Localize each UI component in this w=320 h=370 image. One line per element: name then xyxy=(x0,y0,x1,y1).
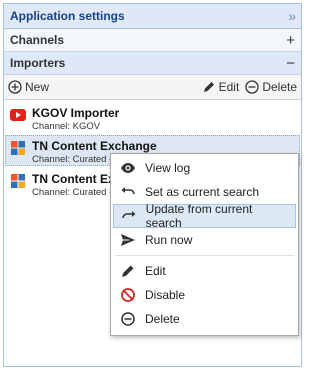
menu-item-set-current-search[interactable]: Set as current search xyxy=(113,180,296,204)
importer-channel: Channel: Curated - xyxy=(32,187,113,198)
menu-item-label: Edit xyxy=(145,264,166,278)
edit-button[interactable]: Edit xyxy=(202,80,240,94)
importer-name: KGOV Importer xyxy=(32,106,120,120)
edit-button-label: Edit xyxy=(218,80,240,94)
remove-circle-icon xyxy=(245,80,259,94)
menu-item-label: Disable xyxy=(145,288,186,302)
send-icon xyxy=(121,234,135,246)
delete-button[interactable]: Delete xyxy=(245,80,297,94)
expand-icon[interactable]: + xyxy=(286,33,295,48)
menu-item-run-now[interactable]: Run now xyxy=(113,228,296,252)
undo-icon xyxy=(121,187,135,195)
section-channels[interactable]: Channels + xyxy=(4,29,301,52)
pencil-icon xyxy=(122,265,134,277)
menu-item-label: Update from current search xyxy=(145,202,253,230)
youtube-icon xyxy=(10,109,26,121)
menu-item-edit[interactable]: Edit xyxy=(113,259,296,283)
menu-item-label: Delete xyxy=(145,312,180,326)
eye-icon xyxy=(121,163,135,173)
redo-icon xyxy=(122,211,136,219)
section-importers[interactable]: Importers − xyxy=(4,52,301,75)
new-button-label: New xyxy=(25,80,50,94)
panel-title: Application settings xyxy=(10,9,125,23)
pencil-icon xyxy=(203,82,214,92)
menu-item-disable[interactable]: Disable xyxy=(113,283,296,307)
menu-item-delete[interactable]: Delete xyxy=(113,307,296,331)
importer-channel: Channel: KGOV xyxy=(32,121,101,132)
collapse-icon[interactable]: − xyxy=(286,56,295,71)
collapse-panel-icon[interactable]: » xyxy=(288,9,296,23)
menu-item-label: Run now xyxy=(145,233,193,247)
importer-name: TN Content Ex xyxy=(32,172,115,186)
windows-icon xyxy=(11,174,25,188)
windows-icon xyxy=(11,141,25,155)
section-importers-label: Importers xyxy=(10,56,66,70)
menu-item-label: View log xyxy=(145,161,191,175)
remove-circle-icon xyxy=(121,312,135,326)
panel-titlebar: Application settings » xyxy=(4,4,301,29)
new-button[interactable]: New xyxy=(8,80,49,94)
delete-button-label: Delete xyxy=(262,80,297,94)
importer-name: TN Content Exchange xyxy=(32,139,157,153)
menu-separator xyxy=(115,255,294,256)
block-icon xyxy=(121,288,135,302)
importers-toolbar: New Edit Delete xyxy=(4,75,301,100)
menu-item-update-from-current-search[interactable]: Update from current search xyxy=(113,202,296,230)
context-menu: View log Set as current search Update fr… xyxy=(110,153,299,336)
menu-item-view-log[interactable]: View log xyxy=(113,156,296,180)
section-channels-label: Channels xyxy=(10,33,65,47)
add-circle-icon xyxy=(8,80,22,94)
importer-item[interactable]: KGOV Importer Channel: KGOV xyxy=(5,102,300,133)
menu-item-label: Set as current search xyxy=(145,185,260,199)
